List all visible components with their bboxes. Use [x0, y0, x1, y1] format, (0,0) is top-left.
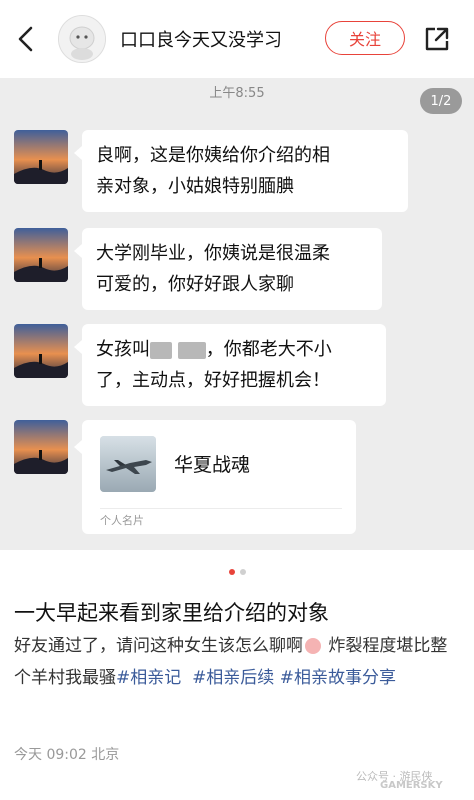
contact-card-label: 个人名片 [100, 514, 144, 527]
image-carousel-dots [0, 569, 474, 575]
top-bar: 口口良今天又没学习 关注 [0, 0, 474, 78]
laughing-emoji-icon [305, 638, 321, 654]
share-icon[interactable] [424, 26, 450, 52]
redacted-block [150, 341, 172, 359]
message-line: 大学刚毕业，你姨说是很温柔 [96, 243, 330, 264]
message-text: 女孩叫 [96, 339, 150, 360]
carousel-dot[interactable] [239, 569, 246, 575]
author-avatar[interactable] [58, 15, 106, 63]
sender-avatar [14, 324, 68, 378]
contact-card-name: 华夏战魂 [174, 454, 251, 476]
hashtag-link[interactable]: #相亲后续 [192, 668, 274, 688]
chat-message: 女孩叫 ，你都老大不小 了，主动点，好好把握机会！ [74, 324, 386, 406]
post-text: 好友通过了，请问这种女生该怎么聊啊 [14, 636, 303, 656]
message-line: 良啊，这是你姨给你介绍的相 [96, 145, 330, 166]
chat-message: 大学刚毕业，你姨说是很温柔 可爱的，你好好跟人家聊 [74, 228, 382, 310]
post-body: 好友通过了，请问这种女生该怎么聊啊 炸裂程度堪比整个羊村我最骚#相亲记 #相亲后… [14, 630, 462, 694]
chat-timestamp: 上午8:55 [209, 86, 265, 101]
author-name[interactable]: 口口良今天又没学习 [120, 26, 282, 52]
post-title: 一大早起来看到家里给介绍的对象 [14, 601, 329, 625]
watermark-brand: GAMERSKY [380, 780, 443, 791]
sender-avatar [14, 130, 68, 184]
sender-avatar [14, 228, 68, 282]
back-arrow-icon[interactable] [14, 24, 38, 54]
divider [100, 508, 342, 509]
contact-card: 华夏战魂 个人名片 [74, 420, 356, 534]
carousel-dot-active[interactable] [228, 569, 235, 575]
contact-card-avatar [100, 436, 156, 492]
image-page-indicator: 1/2 [420, 88, 462, 114]
message-line: 可爱的，你好好跟人家聊 [96, 274, 294, 295]
follow-button[interactable]: 关注 [325, 21, 405, 55]
hashtag-link[interactable]: #相亲故事分享 [280, 668, 396, 688]
hashtag-link[interactable]: #相亲记 [116, 668, 181, 688]
message-line: 亲对象，小姑娘特别腼腆 [96, 176, 294, 197]
post-date-location: 今天 09:02 北京 [14, 747, 120, 763]
message-text: ，你都老大不小 [205, 339, 332, 360]
sender-avatar [14, 420, 68, 474]
message-line: 了，主动点，好好把握机会！ [96, 370, 330, 391]
chat-message: 良啊，这是你姨给你介绍的相 亲对象，小姑娘特别腼腆 [74, 130, 408, 212]
message-line: 女孩叫 ，你都老大不小 [96, 334, 372, 365]
redacted-block [177, 341, 206, 359]
